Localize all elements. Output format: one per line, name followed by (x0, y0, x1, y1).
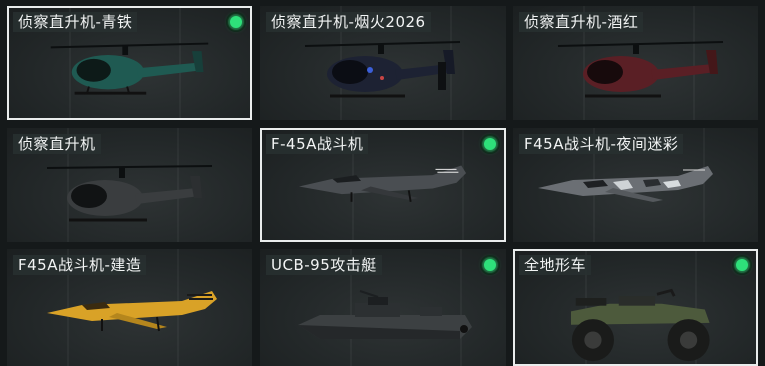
owned-indicator-icon (480, 134, 500, 154)
vehicle-card[interactable]: F45A战斗机-建造 (7, 249, 252, 366)
vehicle-card[interactable]: F-45A战斗机 (260, 128, 506, 242)
vehicle-card-label: F45A战斗机-夜间迷彩 (519, 134, 684, 154)
owned-indicator-icon (732, 255, 752, 275)
vehicle-card-label: F45A战斗机-建造 (13, 255, 147, 275)
helicopter-icon (304, 41, 461, 98)
vehicle-card-label: 侦察直升机-酒红 (519, 12, 644, 32)
helicopter-icon (46, 165, 213, 222)
fighter-jet-icon (538, 166, 713, 202)
vehicle-card-label: 侦察直升机-青铁 (13, 12, 138, 32)
vehicle-card[interactable]: UCB-95攻击艇 (260, 249, 506, 366)
fighter-jet-icon (47, 291, 217, 332)
vehicle-card-label: UCB-95攻击艇 (266, 255, 382, 275)
vehicle-card-label: F-45A战斗机 (266, 134, 369, 154)
vehicle-card[interactable]: 侦察直升机-青铁 (7, 6, 252, 120)
helicopter-icon (50, 42, 209, 95)
vehicle-card[interactable]: 侦察直升机-烟火2026 (260, 6, 506, 120)
owned-indicator-icon (226, 12, 246, 32)
vehicle-card-label: 侦察直升机-烟火2026 (266, 12, 431, 32)
vehicle-card-label: 全地形车 (519, 255, 592, 275)
atv-icon (570, 288, 710, 362)
vehicle-card[interactable]: F45A战斗机-夜间迷彩 (513, 128, 758, 242)
attack-boat-icon (298, 290, 472, 339)
vehicle-card[interactable]: 全地形车 (513, 249, 758, 366)
vehicle-card[interactable]: 侦察直升机 (7, 128, 252, 242)
vehicle-card[interactable]: 侦察直升机-酒红 (513, 6, 758, 120)
vehicle-card-label: 侦察直升机 (13, 134, 101, 154)
owned-indicator-icon (480, 255, 500, 275)
fighter-jet-icon (299, 165, 467, 202)
helicopter-icon (557, 41, 724, 98)
vehicle-skin-grid: 侦察直升机-青铁 侦察直升机-烟火2026 侦察直升机-酒红 侦察直升机 F-4… (0, 0, 765, 366)
